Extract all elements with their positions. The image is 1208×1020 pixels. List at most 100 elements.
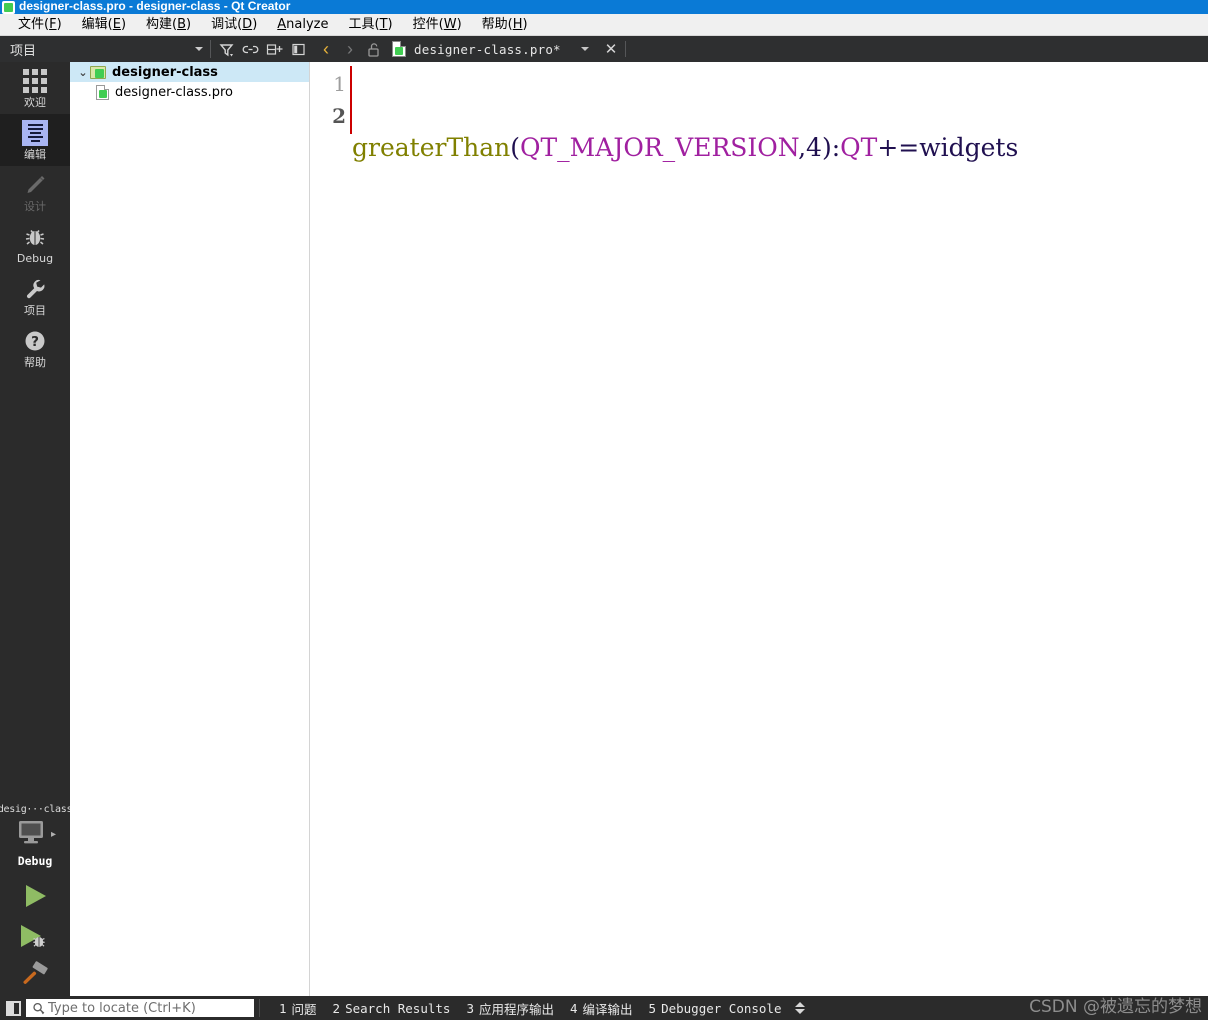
menu-help-label: 帮助(H) <box>481 17 528 32</box>
mode-projects-label: 项目 <box>24 304 46 317</box>
close-icon[interactable]: ✕ <box>599 42 624 57</box>
grid-icon <box>23 68 47 94</box>
mode-edit-label: 编辑 <box>24 148 46 161</box>
menu-tools-label: 工具(T) <box>348 17 393 32</box>
menu-help[interactable]: 帮助(H) <box>472 14 538 35</box>
mode-selector-bar: 欢迎 编辑 设计 Debug 项目 ? 帮助 desig···class ▸ D… <box>0 62 73 996</box>
wrench-icon <box>22 276 48 302</box>
menu-debug[interactable]: 调试(D) <box>201 14 267 35</box>
output-pane-label: 编译输出 <box>582 1001 633 1017</box>
mode-design-label: 设计 <box>24 200 46 213</box>
menu-file-label: 文件(F) <box>18 17 62 32</box>
menu-edit-label: 编辑(E) <box>81 17 127 32</box>
mode-help[interactable]: ? 帮助 <box>0 322 70 374</box>
output-pane-number: 2 <box>332 1000 341 1016</box>
output-pane-issues[interactable]: 1 问题 <box>271 997 325 1019</box>
code-token: QT_MAJOR_VERSION <box>520 133 799 162</box>
run-button[interactable] <box>0 876 70 916</box>
mode-edit[interactable]: 编辑 <box>0 114 70 166</box>
tree-node-designer-class[interactable]: ⌄ designer-class <box>70 62 309 82</box>
line-number: 1 <box>333 72 346 96</box>
locator-input[interactable]: Type to locate (Ctrl+K) <box>26 999 254 1017</box>
question-mark-icon: ? <box>22 328 48 354</box>
split-icon[interactable] <box>263 38 285 60</box>
output-pane-number: 5 <box>648 1000 657 1016</box>
menu-build-label: 构建(B) <box>146 17 192 32</box>
link-icon[interactable] <box>239 38 261 60</box>
kit-expand-arrow-icon[interactable]: ▸ <box>51 829 56 840</box>
code-token: , <box>798 133 807 162</box>
magnifier-icon <box>31 1002 45 1015</box>
output-pane-label: 问题 <box>291 1001 317 1017</box>
project-panel-toolbar: 项目 <box>0 36 310 62</box>
output-pane-application-output[interactable]: 3 应用程序输出 <box>458 997 562 1019</box>
menu-build[interactable]: 构建(B) <box>136 14 201 35</box>
locator-placeholder: Type to locate (Ctrl+K) <box>48 1000 196 1016</box>
status-bar: Type to locate (Ctrl+K) 1 问题 2 Search Re… <box>0 996 1208 1020</box>
tree-node-designer-class-pro[interactable]: designer-class.pro <box>70 82 309 102</box>
toolbar-divider <box>210 40 211 58</box>
output-pane-buttons: 1 问题 2 Search Results 3 应用程序输出 4 编译输出 5 … <box>271 997 806 1019</box>
csdn-watermark: CSDN @被遗忘的梦想 <box>1029 997 1202 1017</box>
code-line-1: greaterThan(QT_MAJOR_VERSION,4):QT+=widg… <box>352 132 1208 164</box>
code-editor[interactable]: 1 2 greaterThan(QT_MAJOR_VERSION,4):QT+=… <box>310 62 1208 996</box>
output-pane-search-results[interactable]: 2 Search Results <box>325 997 459 1019</box>
menu-debug-label: 调试(D) <box>211 17 258 32</box>
menu-tools[interactable]: 工具(T) <box>339 14 403 35</box>
menu-analyze[interactable]: Analyze <box>267 14 338 35</box>
code-token: ) <box>821 133 832 162</box>
output-pane-debugger-console[interactable]: 5 Debugger Console <box>641 997 790 1019</box>
qt-project-folder-icon <box>90 65 106 79</box>
menu-window[interactable]: 控件(W) <box>403 14 472 35</box>
desktop-monitor-icon <box>14 818 48 851</box>
kit-project-name: desig···class <box>0 804 73 815</box>
editor-tab-designer-class-pro[interactable]: designer-class.pro* ✕ <box>386 36 628 62</box>
edit-document-icon <box>22 120 48 146</box>
code-token: +=widgets <box>877 133 1019 162</box>
output-pane-resize-handle[interactable] <box>795 1002 806 1014</box>
mode-design[interactable]: 设计 <box>0 166 70 218</box>
kit-selector[interactable]: desig···class ▸ Debug <box>0 798 73 876</box>
mode-debug-label: Debug <box>16 252 54 265</box>
output-pane-number: 4 <box>569 1000 578 1016</box>
output-pane-compile-output[interactable]: 4 编译输出 <box>562 997 641 1019</box>
menu-file[interactable]: 文件(F) <box>8 14 72 35</box>
sidebar-icon[interactable] <box>287 38 309 60</box>
pencil-icon <box>22 172 48 198</box>
code-token: ( <box>510 133 520 162</box>
mode-welcome-label: 欢迎 <box>24 96 46 109</box>
qt-logo-icon <box>2 0 15 14</box>
code-token: QT <box>840 133 878 162</box>
filter-icon[interactable] <box>215 38 237 60</box>
view-selector-combo[interactable]: 项目 <box>2 37 207 61</box>
navigate-back-button[interactable]: ‹ <box>314 37 338 61</box>
chevron-down-icon[interactable] <box>580 47 589 51</box>
output-pane-label: 应用程序输出 <box>478 1001 554 1017</box>
menu-analyze-label: Analyze <box>277 17 329 32</box>
main-body: 欢迎 编辑 设计 Debug 项目 ? 帮助 desig···class ▸ D… <box>0 62 1208 996</box>
editor-toolbar: ‹ › designer-class.pro* ✕ <box>310 36 1208 62</box>
unlocked-padlock-icon[interactable] <box>362 37 386 61</box>
code-token: 4 <box>806 133 822 162</box>
project-tree-panel[interactable]: ⌄ designer-class designer-class.pro <box>70 62 310 996</box>
editor-text-area[interactable]: greaterThan(QT_MAJOR_VERSION,4):QT+=widg… <box>352 62 1208 996</box>
mode-debug[interactable]: Debug <box>0 218 70 270</box>
navigate-forward-button[interactable]: › <box>338 37 362 61</box>
build-button[interactable] <box>0 956 70 996</box>
kit-device-row: ▸ <box>14 818 56 851</box>
mode-projects[interactable]: 项目 <box>0 270 70 322</box>
toggle-sidebar-icon[interactable] <box>0 996 26 1020</box>
svg-text:?: ? <box>31 334 39 350</box>
line-number-gutter: 1 2 <box>310 62 350 996</box>
window-title: designer-class.pro - designer-class - Qt… <box>19 0 291 13</box>
chevron-down-icon[interactable]: ⌄ <box>76 67 90 78</box>
menu-window-label: 控件(W) <box>412 17 462 32</box>
output-pane-label: Search Results <box>345 1000 451 1016</box>
view-selector-value: 项目 <box>10 43 37 59</box>
menu-edit[interactable]: 编辑(E) <box>72 14 136 35</box>
mode-welcome[interactable]: 欢迎 <box>0 62 70 114</box>
debug-button[interactable] <box>0 916 70 956</box>
code-token: : <box>831 133 841 162</box>
toolbar-divider <box>625 41 627 57</box>
